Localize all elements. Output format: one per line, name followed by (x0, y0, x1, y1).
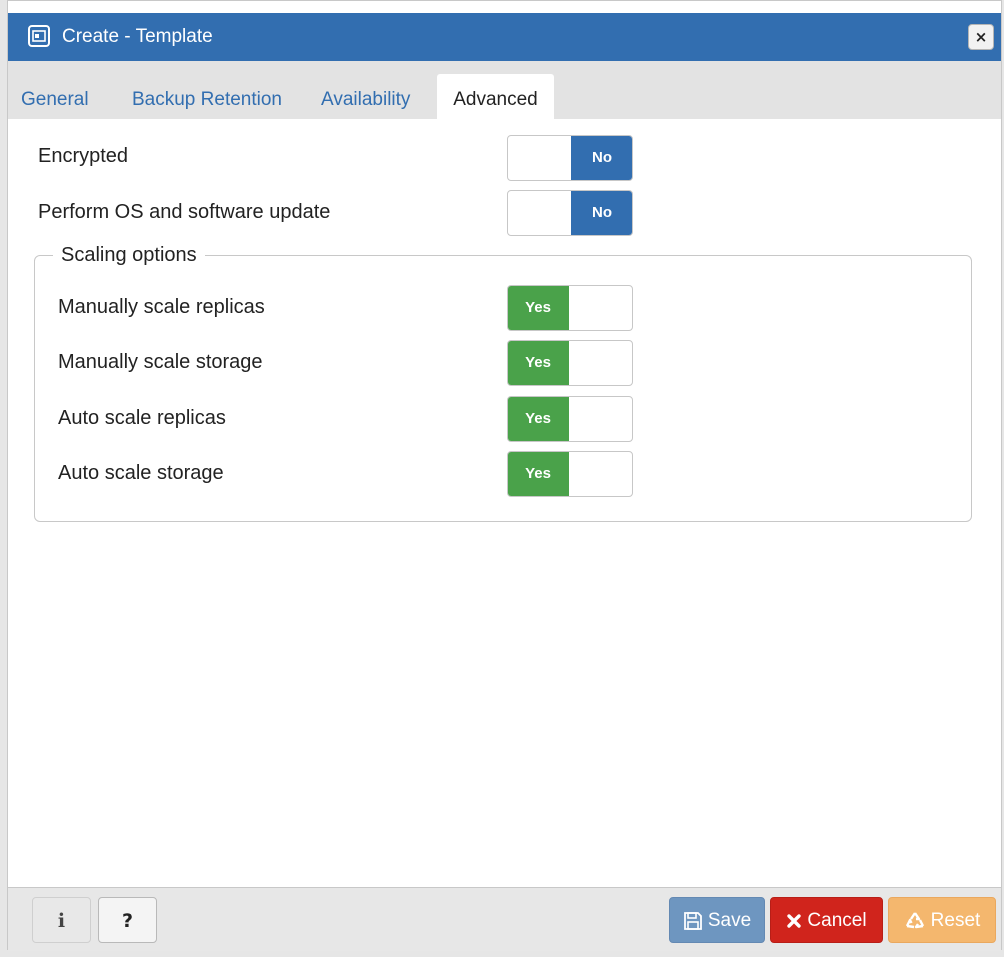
os-update-toggle[interactable]: No (507, 190, 633, 236)
dialog-titlebar[interactable]: Create - Template × (8, 13, 1001, 61)
save-button[interactable]: Save (669, 897, 765, 943)
info-button[interactable]: i (32, 897, 91, 943)
create-template-dialog: Create - Template × General Backup Reten… (7, 0, 1002, 951)
auto-scale-storage-toggle-value: Yes (508, 452, 569, 496)
manually-scale-storage-label: Manually scale storage (58, 351, 263, 373)
os-update-label: Perform OS and software update (38, 201, 331, 223)
recycle-icon (905, 912, 924, 929)
save-button-label: Save (707, 910, 752, 931)
manually-scale-replicas-toggle[interactable]: Yes (507, 285, 633, 331)
dialog-window-icon (28, 25, 50, 47)
auto-scale-replicas-toggle[interactable]: Yes (507, 396, 633, 442)
dialog-title: Create - Template (62, 26, 213, 47)
encrypted-toggle-value: No (571, 136, 632, 180)
reset-button[interactable]: Reset (888, 897, 996, 943)
tab-backup-retention[interactable]: Backup Retention (132, 74, 282, 119)
os-update-toggle-value: No (571, 191, 632, 235)
close-button[interactable]: × (968, 24, 994, 50)
encrypted-toggle[interactable]: No (507, 135, 633, 181)
tab-availability[interactable]: Availability (321, 74, 410, 119)
encrypted-label: Encrypted (38, 145, 129, 167)
manually-scale-replicas-label: Manually scale replicas (58, 296, 265, 318)
auto-scale-storage-toggle[interactable]: Yes (507, 451, 633, 497)
help-button[interactable]: ? (98, 897, 157, 943)
cancel-button-label: Cancel (807, 910, 867, 931)
tab-general[interactable]: General (21, 74, 89, 119)
tab-bar: General Backup Retention Availability Ad… (8, 61, 1001, 119)
auto-scale-replicas-toggle-value: Yes (508, 397, 569, 441)
floppy-disk-icon (683, 912, 702, 930)
manually-scale-storage-toggle[interactable]: Yes (507, 340, 633, 386)
manually-scale-replicas-toggle-value: Yes (508, 286, 569, 330)
manually-scale-storage-toggle-value: Yes (508, 341, 569, 385)
auto-scale-storage-label: Auto scale storage (58, 462, 224, 484)
reset-button-label: Reset (930, 910, 981, 931)
auto-scale-replicas-label: Auto scale replicas (58, 407, 226, 429)
x-mark-icon (787, 914, 802, 928)
scaling-options-legend: Scaling options (53, 242, 205, 268)
tab-advanced[interactable]: Advanced (437, 74, 554, 119)
dialog-footer: i ? Save Cancel Reset (8, 887, 1001, 951)
cancel-button[interactable]: Cancel (770, 897, 883, 943)
